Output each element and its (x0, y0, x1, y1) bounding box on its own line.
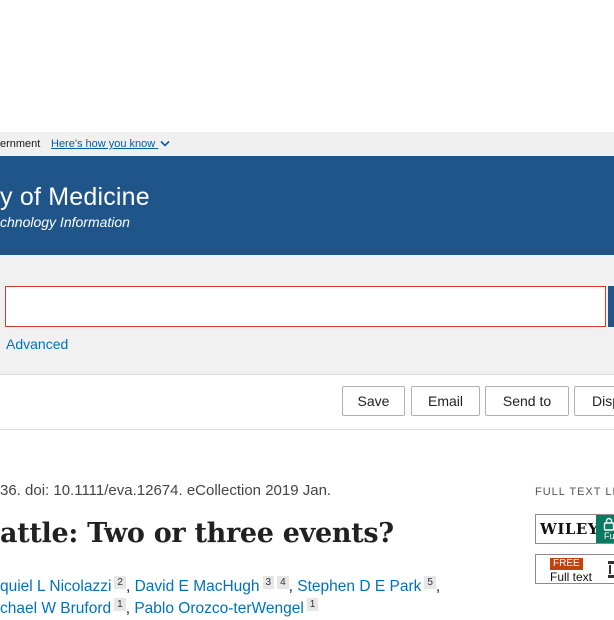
full-text-links-heading: FULL TEXT LI (535, 486, 614, 498)
site-title[interactable]: y of Medicine (0, 183, 150, 212)
wiley-full-text-link[interactable]: WILEY Fu (535, 514, 614, 544)
article-title: attle: Two or three events? (0, 518, 394, 549)
author-link[interactable]: Pablo Orozco-terWengel (134, 600, 303, 617)
gov-banner: ernment Here's how you know (0, 132, 614, 156)
pmc-building-icon (608, 561, 614, 578)
article-citation: 36. doi: 10.1111/eva.12674. eCollection … (0, 482, 332, 499)
search-area: Advanced (0, 255, 614, 375)
heres-how-you-know-link[interactable]: Here's how you know (51, 132, 170, 156)
affiliation-badge[interactable]: 1 (114, 598, 126, 611)
pmc-full-text-link[interactable]: FREE Full text (535, 554, 614, 584)
gov-banner-text: ernment (0, 138, 41, 150)
display-options-button[interactable]: Disp (574, 386, 614, 416)
search-button[interactable] (608, 286, 614, 327)
search-input[interactable] (5, 286, 606, 327)
email-button[interactable]: Email (411, 386, 480, 416)
wiley-badge-label: Fu (604, 531, 614, 541)
chevron-down-icon (160, 141, 170, 147)
affiliation-badge[interactable]: 4 (277, 576, 289, 589)
author-line: quiel L Nicolazzi 2, David E MacHugh 3 4, S… (0, 576, 441, 595)
wiley-full-text-badge: Fu (596, 515, 614, 543)
lock-open-icon (603, 517, 614, 531)
pmc-full-text-label: Full text (550, 570, 593, 584)
author-link[interactable]: Stephen D E Park (297, 578, 421, 595)
affiliation-badge[interactable]: 2 (114, 576, 126, 589)
affiliation-badge[interactable]: 3 (262, 576, 275, 589)
affiliation-badge[interactable]: 5 (424, 576, 436, 589)
site-header: y of Medicine chnology Information (0, 156, 614, 255)
save-button[interactable]: Save (342, 386, 405, 416)
heres-how-you-know-label: Here's how you know (51, 138, 156, 150)
advanced-search-link[interactable]: Advanced (6, 336, 68, 352)
author-line: chael W Bruford 1, Pablo Orozco-terWengel… (0, 598, 440, 620)
site-subtitle: chnology Information (0, 214, 130, 230)
action-bar: Save Email Send to Disp (0, 375, 614, 430)
author-link[interactable]: chael W Bruford (0, 600, 111, 617)
author-link[interactable]: David E MacHugh (135, 578, 260, 595)
wiley-logo: WILEY (540, 520, 600, 538)
author-list: quiel L Nicolazzi 2, David E MacHugh 3 4, S… (0, 576, 440, 620)
author-link[interactable]: quiel L Nicolazzi (0, 578, 111, 595)
affiliation-badge[interactable]: 1 (306, 598, 319, 611)
send-to-button[interactable]: Send to (485, 386, 569, 416)
free-badge: FREE (550, 558, 583, 570)
